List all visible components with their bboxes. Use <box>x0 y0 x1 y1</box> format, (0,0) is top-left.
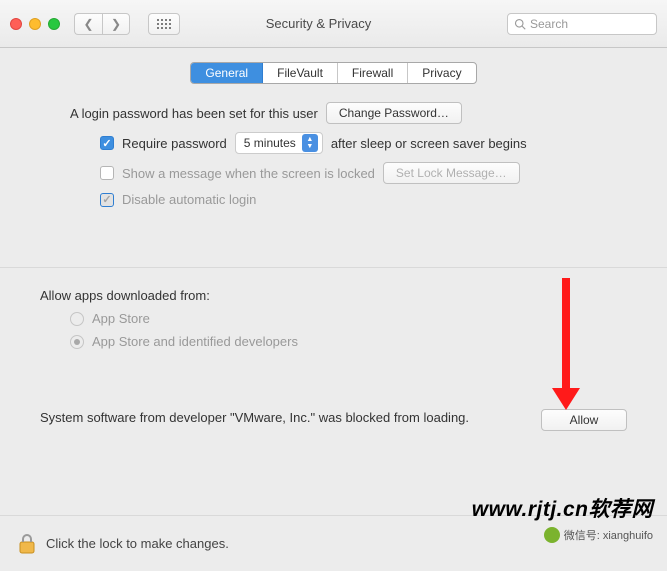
require-password-label: Require password <box>122 136 227 151</box>
lock-text: Click the lock to make changes. <box>46 536 229 551</box>
radio-appstore <box>70 312 84 326</box>
blocked-software-row: System software from developer "VMware, … <box>40 409 627 431</box>
search-placeholder: Search <box>530 17 568 31</box>
show-message-checkbox[interactable] <box>100 166 114 180</box>
radio-appstore-row: App Store <box>70 311 627 326</box>
back-button[interactable]: ❮ <box>74 13 102 35</box>
minimize-icon[interactable] <box>29 18 41 30</box>
require-password-row: ✓ Require password 5 minutes ▲▼ after sl… <box>100 132 627 154</box>
divider <box>0 267 667 268</box>
tab-general[interactable]: General <box>191 63 263 83</box>
close-icon[interactable] <box>10 18 22 30</box>
watermark-sub: 微信号: xianghuifo <box>544 527 653 543</box>
lock-icon[interactable] <box>18 533 36 555</box>
footer: Click the lock to make changes. <box>0 515 667 571</box>
set-lock-message-button: Set Lock Message… <box>383 162 520 184</box>
search-icon <box>514 18 526 30</box>
disable-auto-login-row: ✓ Disable automatic login <box>100 192 627 207</box>
login-password-text: A login password has been set for this u… <box>70 106 318 121</box>
show-message-row: Show a message when the screen is locked… <box>100 162 627 184</box>
window-title: Security & Privacy <box>140 16 497 31</box>
login-password-row: A login password has been set for this u… <box>70 102 627 124</box>
after-sleep-label: after sleep or screen saver begins <box>331 136 527 151</box>
require-password-delay-select[interactable]: 5 minutes ▲▼ <box>235 132 323 154</box>
require-password-delay-value: 5 minutes <box>244 136 296 150</box>
radio-identified <box>70 335 84 349</box>
allow-apps-heading-row: Allow apps downloaded from: <box>40 288 627 303</box>
change-password-button[interactable]: Change Password… <box>326 102 462 124</box>
tabs: General FileVault Firewall Privacy <box>0 62 667 84</box>
window: ❮ ❯ Security & Privacy Search General Fi… <box>0 0 667 571</box>
stepper-icon: ▲▼ <box>302 134 318 152</box>
watermark-sub-text: 微信号: xianghuifo <box>564 527 653 543</box>
blocked-software-text: System software from developer "VMware, … <box>40 409 469 427</box>
allow-button[interactable]: Allow <box>541 409 627 431</box>
tab-filevault[interactable]: FileVault <box>263 63 338 83</box>
titlebar: ❮ ❯ Security & Privacy Search <box>0 0 667 48</box>
wechat-icon <box>544 527 560 543</box>
radio-identified-label: App Store and identified developers <box>92 334 298 349</box>
allow-apps-heading: Allow apps downloaded from: <box>40 288 210 303</box>
show-message-label: Show a message when the screen is locked <box>122 166 375 181</box>
disable-auto-login-label: Disable automatic login <box>122 192 256 207</box>
radio-identified-row: App Store and identified developers <box>70 334 627 349</box>
window-controls <box>10 18 60 30</box>
tab-privacy[interactable]: Privacy <box>408 63 475 83</box>
forward-button[interactable]: ❯ <box>102 13 130 35</box>
segmented-control: General FileVault Firewall Privacy <box>190 62 476 84</box>
require-password-checkbox[interactable]: ✓ <box>100 136 114 150</box>
search-input[interactable]: Search <box>507 13 657 35</box>
disable-auto-login-checkbox: ✓ <box>100 193 114 207</box>
zoom-icon[interactable] <box>48 18 60 30</box>
watermark-text: www.rjtj.cn软荐网 <box>472 493 653 523</box>
content: A login password has been set for this u… <box>0 84 667 515</box>
nav-group: ❮ ❯ <box>74 13 130 35</box>
radio-appstore-label: App Store <box>92 311 150 326</box>
tab-firewall[interactable]: Firewall <box>338 63 408 83</box>
